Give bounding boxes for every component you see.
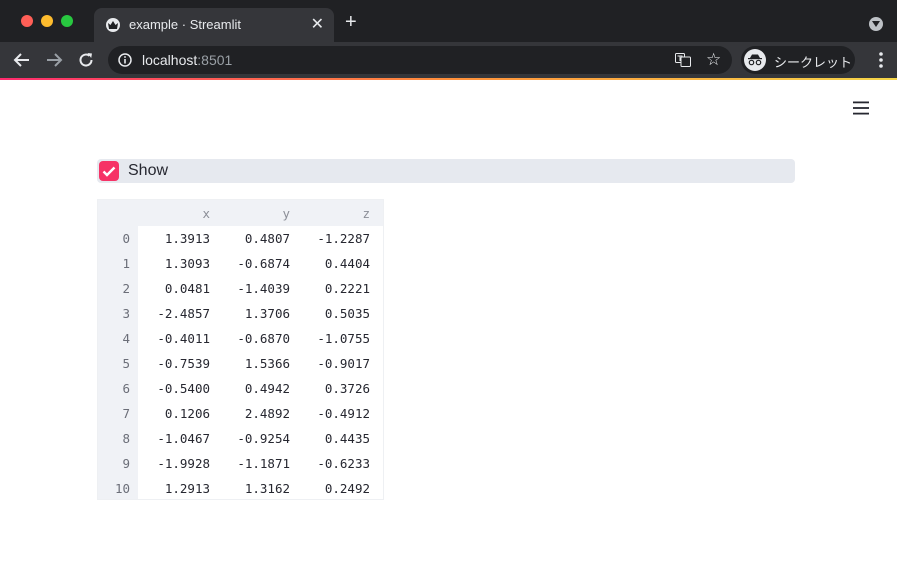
column-header-z[interactable]: z xyxy=(298,201,370,226)
table-cell[interactable]: -1.9928 xyxy=(138,451,210,476)
row-index: 10 xyxy=(114,481,130,496)
table-cell[interactable]: 0.4404 xyxy=(298,251,370,276)
translate-icon[interactable] xyxy=(675,53,691,67)
table-cell[interactable]: -0.7539 xyxy=(138,351,210,376)
row-index: 8 xyxy=(122,431,130,446)
table-cell[interactable]: -0.9254 xyxy=(218,426,290,451)
table-cell[interactable]: -1.4039 xyxy=(218,276,290,301)
incognito-label: シークレット xyxy=(774,55,853,70)
row-index: 5 xyxy=(122,356,130,371)
streamlit-decoration-bar xyxy=(0,78,897,80)
tab-close-icon[interactable]: ✕ xyxy=(311,14,324,34)
maximize-window-button[interactable] xyxy=(61,15,73,27)
checkbox-checked-icon[interactable] xyxy=(99,161,119,181)
url-host: localhost xyxy=(142,52,198,68)
table-cell[interactable]: 0.4942 xyxy=(218,376,290,401)
hamburger-menu-icon[interactable] xyxy=(852,100,870,116)
table-cell[interactable]: -1.1871 xyxy=(218,451,290,476)
browser-tab-active[interactable]: example · Streamlit ✕ xyxy=(94,8,334,42)
row-index: 6 xyxy=(122,381,130,396)
address-bar[interactable]: localhost:8501 ☆ xyxy=(108,46,732,74)
row-index: 1 xyxy=(122,256,130,271)
column-header-y[interactable]: y xyxy=(218,201,290,226)
table-cell[interactable]: -0.5400 xyxy=(138,376,210,401)
table-cell[interactable]: -0.4011 xyxy=(138,326,210,351)
table-cell[interactable]: -0.6233 xyxy=(298,451,370,476)
row-index: 2 xyxy=(122,281,130,296)
browser-toolbar: localhost:8501 ☆ シークレット xyxy=(0,42,897,78)
row-index: 0 xyxy=(122,231,130,246)
table-cell[interactable]: 1.3093 xyxy=(138,251,210,276)
chevron-down-icon xyxy=(872,21,880,27)
url-port: :8501 xyxy=(197,52,233,68)
table-cell[interactable]: -1.2287 xyxy=(298,226,370,251)
show-checkbox[interactable]: Show xyxy=(97,159,795,183)
table-cell[interactable]: 2.4892 xyxy=(218,401,290,426)
table-cell[interactable]: 0.5035 xyxy=(298,301,370,326)
table-cell[interactable]: 0.4807 xyxy=(218,226,290,251)
minimize-window-button[interactable] xyxy=(41,15,53,27)
reload-icon xyxy=(79,53,93,67)
table-cell[interactable]: 0.1206 xyxy=(138,401,210,426)
checkbox-label[interactable]: Show xyxy=(128,162,168,180)
table-cell[interactable]: 0.2492 xyxy=(298,476,370,501)
table-cell[interactable]: 1.2913 xyxy=(138,476,210,501)
browser-tab-bar: example · Streamlit ✕ + xyxy=(0,0,897,42)
arrow-right-icon xyxy=(47,53,63,67)
table-cell[interactable]: -0.4912 xyxy=(298,401,370,426)
table-cell[interactable]: 1.3162 xyxy=(218,476,290,501)
incognito-icon xyxy=(744,49,766,71)
url-text[interactable]: localhost:8501 xyxy=(142,52,232,68)
table-cell[interactable]: 1.5366 xyxy=(218,351,290,376)
close-window-button[interactable] xyxy=(21,15,33,27)
table-cell[interactable]: 1.3913 xyxy=(138,226,210,251)
row-index: 9 xyxy=(122,456,130,471)
new-tab-button[interactable]: + xyxy=(345,12,357,32)
streamlit-favicon-icon xyxy=(106,18,120,32)
table-cell[interactable]: 0.4435 xyxy=(298,426,370,451)
table-cell[interactable]: 1.3706 xyxy=(218,301,290,326)
row-index: 3 xyxy=(122,306,130,321)
table-cell[interactable]: -0.6870 xyxy=(218,326,290,351)
table-cell[interactable]: 0.0481 xyxy=(138,276,210,301)
row-index: 4 xyxy=(122,331,130,346)
table-cell[interactable]: 0.3726 xyxy=(298,376,370,401)
column-header-x[interactable]: x xyxy=(138,201,210,226)
row-index: 7 xyxy=(122,406,130,421)
dataframe-table[interactable]: x y z 0 1.3913 0.4807 -1.2287 1 1.3093 -0.6874 0.4… xyxy=(97,199,384,500)
back-button[interactable] xyxy=(12,50,32,70)
tab-title: example · Streamlit xyxy=(129,17,241,32)
incognito-profile-button[interactable]: シークレット xyxy=(741,46,855,74)
info-icon[interactable] xyxy=(118,53,132,67)
table-cell[interactable]: -0.9017 xyxy=(298,351,370,376)
table-cell[interactable]: -1.0467 xyxy=(138,426,210,451)
table-cell[interactable]: -1.0755 xyxy=(298,326,370,351)
tab-search-button[interactable] xyxy=(869,17,883,31)
reload-button[interactable] xyxy=(76,50,96,70)
arrow-left-icon xyxy=(13,53,29,67)
table-cell[interactable]: 0.2221 xyxy=(298,276,370,301)
table-cell[interactable]: -0.6874 xyxy=(218,251,290,276)
bookmark-star-icon[interactable]: ☆ xyxy=(706,50,721,70)
browser-menu-icon[interactable] xyxy=(879,51,883,69)
table-cell[interactable]: -2.4857 xyxy=(138,301,210,326)
forward-button[interactable] xyxy=(44,50,64,70)
